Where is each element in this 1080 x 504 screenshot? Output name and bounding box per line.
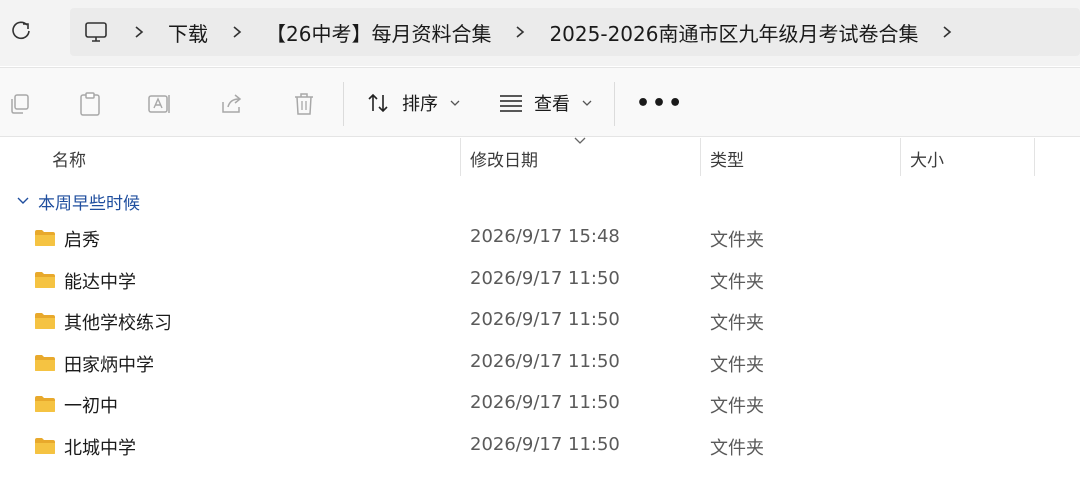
file-modified: 2026/9/17 11:50 — [470, 433, 620, 455]
file-modified: 2026/9/17 15:48 — [470, 226, 620, 247]
more-options-button[interactable]: ••• — [636, 93, 684, 115]
file-type: 文件夹 — [710, 271, 764, 293]
command-divider — [614, 82, 615, 126]
refresh-icon[interactable] — [6, 16, 36, 46]
file-row[interactable]: 其他学校练习 2026/9/17 11:50 文件夹 — [0, 301, 1080, 341]
column-divider[interactable] — [900, 138, 901, 176]
chevron-right-icon[interactable] — [220, 8, 254, 56]
share-icon[interactable] — [218, 90, 246, 118]
computer-icon[interactable] — [70, 8, 122, 56]
file-row[interactable]: 北城中学 2026/9/17 11:50 文件夹 — [0, 426, 1080, 466]
command-divider — [343, 82, 344, 126]
group-header[interactable]: 本周早些时候 — [16, 188, 140, 214]
chevron-right-icon[interactable] — [122, 8, 156, 56]
view-label: 查看 — [534, 94, 570, 115]
folder-icon — [34, 436, 56, 456]
folder-icon — [34, 270, 56, 290]
view-icon — [500, 95, 522, 112]
column-header-type[interactable]: 类型 — [710, 138, 744, 178]
folder-icon — [34, 353, 56, 373]
file-row[interactable]: 能达中学 2026/9/17 11:50 文件夹 — [0, 260, 1080, 300]
copy-icon[interactable] — [6, 90, 34, 118]
delete-icon[interactable] — [290, 90, 318, 118]
file-name[interactable]: 其他学校练习 — [64, 309, 172, 335]
sort-indicator-icon — [574, 137, 586, 144]
breadcrumb[interactable]: 下载 【26中考】每月资料合集 2025-2026南通市区九年级月考试卷合集 — [70, 8, 1080, 56]
chevron-down-icon — [17, 197, 29, 204]
file-type: 文件夹 — [710, 313, 764, 334]
file-type: 文件夹 — [710, 437, 764, 459]
paste-icon[interactable] — [76, 90, 104, 118]
chevron-down-icon — [450, 100, 460, 106]
file-type: 文件夹 — [710, 396, 764, 417]
chevron-right-icon[interactable] — [503, 8, 537, 56]
file-modified: 2026/9/17 11:50 — [470, 309, 620, 330]
column-divider[interactable] — [460, 138, 461, 176]
file-type: 文件夹 — [710, 354, 764, 376]
file-name[interactable]: 启秀 — [64, 226, 100, 252]
address-bar-row: 下载 【26中考】每月资料合集 2025-2026南通市区九年级月考试卷合集 — [0, 0, 1080, 66]
column-header-modified[interactable]: 修改日期 — [470, 138, 538, 178]
breadcrumb-item-current-folder[interactable]: 2025-2026南通市区九年级月考试卷合集 — [537, 18, 930, 47]
file-type: 文件夹 — [710, 230, 764, 251]
group-label: 本周早些时候 — [38, 193, 140, 214]
column-divider[interactable] — [1034, 138, 1035, 176]
file-row[interactable]: 田家炳中学 2026/9/17 11:50 文件夹 — [0, 343, 1080, 383]
column-header-name[interactable]: 名称 — [52, 138, 86, 178]
breadcrumb-item-downloads[interactable]: 下载 — [156, 18, 220, 47]
sort-label: 排序 — [402, 94, 438, 115]
file-modified: 2026/9/17 11:50 — [470, 267, 620, 289]
chevron-right-icon[interactable] — [930, 8, 964, 56]
folder-icon — [34, 311, 56, 331]
breadcrumb-item-collection[interactable]: 【26中考】每月资料合集 — [254, 18, 503, 47]
file-name[interactable]: 能达中学 — [64, 268, 136, 294]
folder-icon — [34, 394, 56, 414]
file-name[interactable]: 田家炳中学 — [64, 351, 154, 377]
column-header-size[interactable]: 大小 — [910, 138, 944, 178]
file-name[interactable]: 一初中 — [64, 392, 118, 418]
file-name[interactable]: 北城中学 — [64, 434, 136, 460]
command-bar: 排序 查看 ••• — [0, 67, 1080, 137]
file-modified: 2026/9/17 11:50 — [470, 350, 620, 372]
column-divider[interactable] — [700, 138, 701, 176]
sort-button[interactable]: 排序 — [366, 86, 460, 120]
rename-icon[interactable] — [146, 90, 174, 118]
chevron-down-icon — [582, 100, 592, 106]
file-row[interactable]: 一初中 2026/9/17 11:50 文件夹 — [0, 384, 1080, 424]
view-button[interactable]: 查看 — [498, 86, 592, 120]
file-row[interactable]: 启秀 2026/9/17 15:48 文件夹 — [0, 218, 1080, 258]
file-modified: 2026/9/17 11:50 — [470, 392, 620, 413]
folder-icon — [34, 228, 56, 248]
sort-icon — [368, 93, 388, 113]
